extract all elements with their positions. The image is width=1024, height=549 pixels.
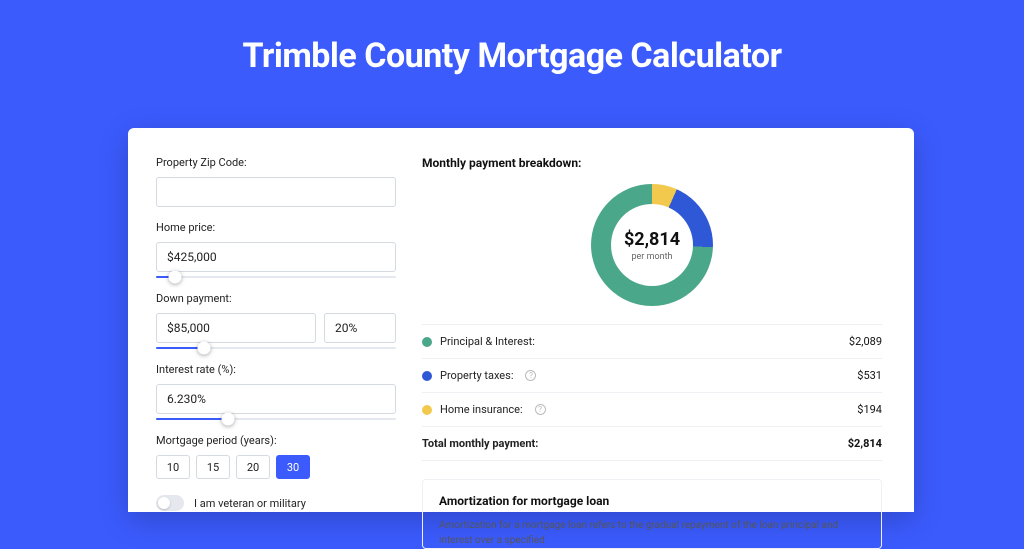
home-price-slider[interactable] [156,276,396,278]
period-option-15[interactable]: 15 [196,455,230,479]
interest-label: Interest rate (%): [156,363,396,376]
legend: Principal & Interest: $2,089 Property ta… [422,324,882,461]
info-icon[interactable]: ? [525,370,536,381]
period-segmented: 10 15 20 30 [156,455,396,479]
page-title: Trimble County Mortgage Calculator [0,0,1024,76]
legend-row-insurance: Home insurance: ? $194 [422,393,882,427]
legend-value: $531 [857,369,882,382]
donut-sub: per month [631,252,672,262]
down-payment-slider[interactable] [156,347,396,349]
home-price-field: Home price: [156,221,396,278]
down-payment-field: Down payment: [156,292,396,349]
interest-input[interactable] [156,384,396,414]
down-payment-label: Down payment: [156,292,396,305]
legend-row-total: Total monthly payment: $2,814 [422,427,882,461]
veteran-label: I am veteran or military [194,497,306,510]
amortization-text: Amortization for a mortgage loan refers … [439,518,865,548]
donut-chart: $2,814 per month [422,184,882,306]
home-price-label: Home price: [156,221,396,234]
interest-field: Interest rate (%): [156,363,396,420]
legend-label-text: Property taxes: [440,369,513,382]
slider-thumb-icon[interactable] [169,271,182,284]
slider-thumb-icon[interactable] [198,342,211,355]
legend-dot-icon [422,405,432,415]
slider-thumb-icon[interactable] [222,413,235,426]
period-option-20[interactable]: 20 [236,455,270,479]
donut-total: $2,814 [624,229,680,250]
breakdown-title: Monthly payment breakdown: [422,156,882,170]
legend-row-taxes: Property taxes: ? $531 [422,359,882,393]
amortization-title: Amortization for mortgage loan [439,494,865,508]
zip-field: Property Zip Code: [156,156,396,207]
home-price-input[interactable] [156,242,396,272]
down-payment-pct-input[interactable] [324,313,396,343]
legend-value: $194 [857,403,882,416]
veteran-toggle[interactable] [156,495,184,511]
donut-center: $2,814 per month [611,204,693,286]
period-label: Mortgage period (years): [156,434,396,447]
calculator-card: Property Zip Code: Home price: Down paym… [128,128,914,512]
legend-label-text: Home insurance: [440,403,523,416]
legend-dot-icon [422,371,432,381]
amortization-card: Amortization for mortgage loan Amortizat… [422,479,882,549]
legend-value: $2,814 [848,437,882,450]
zip-label: Property Zip Code: [156,156,396,169]
veteran-row: I am veteran or military [156,495,396,511]
down-payment-input[interactable] [156,313,316,343]
legend-row-principal: Principal & Interest: $2,089 [422,325,882,359]
legend-label-text: Total monthly payment: [422,437,538,450]
period-field: Mortgage period (years): 10 15 20 30 [156,434,396,479]
form-column: Property Zip Code: Home price: Down paym… [156,156,396,512]
period-option-30[interactable]: 30 [276,455,310,479]
legend-value: $2,089 [849,335,882,348]
legend-dot-icon [422,337,432,347]
breakdown-column: Monthly payment breakdown: $2,814 per mo… [422,156,882,512]
info-icon[interactable]: ? [535,404,546,415]
legend-label-text: Principal & Interest: [440,335,535,348]
zip-input[interactable] [156,177,396,207]
interest-slider[interactable] [156,418,396,420]
period-option-10[interactable]: 10 [156,455,190,479]
